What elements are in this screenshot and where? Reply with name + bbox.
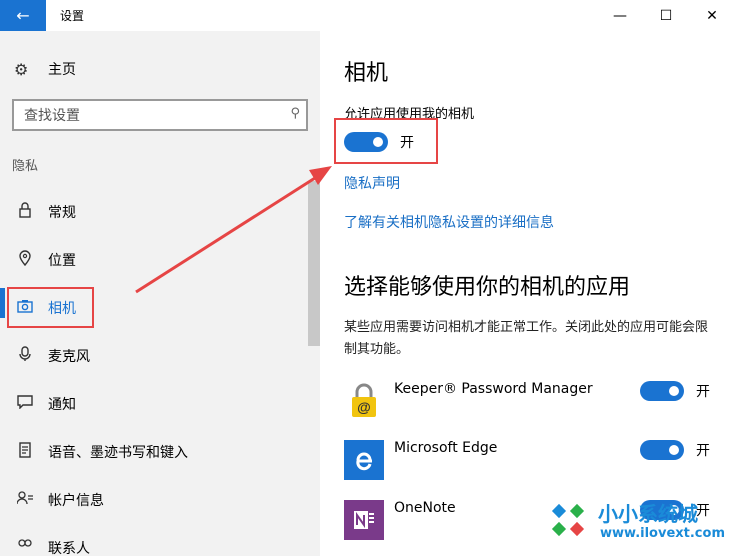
search-icon[interactable]: ⚲: [290, 106, 300, 121]
sidebar-item-label: 位置: [48, 253, 76, 269]
sidebar-item-notifications[interactable]: 通知: [0, 384, 308, 424]
main-content: 相机 允许应用使用我的相机 开 隐私声明 了解有关相机隐私设置的详细信息 选择能…: [320, 31, 735, 556]
sidebar: ⚙ 主页 ⚲ 隐私 常规 位置 相机 麦克风 通知: [0, 31, 320, 556]
close-icon: ✕: [706, 7, 718, 24]
apps-description: 某些应用需要访问相机才能正常工作。关闭此处的应用可能会限制其功能。: [344, 320, 709, 357]
minimize-button[interactable]: —: [597, 0, 643, 31]
choose-apps-title: 选择能够使用你的相机的应用: [344, 275, 631, 300]
search-input[interactable]: [24, 106, 274, 126]
microphone-icon: [14, 346, 36, 366]
onenote-icon: [344, 500, 384, 540]
search-box[interactable]: ⚲: [12, 99, 308, 131]
keeper-lock-icon: @: [344, 381, 384, 421]
maximize-button[interactable]: ☐: [643, 0, 689, 31]
app-name: Keeper® Password Manager: [394, 381, 593, 397]
sidebar-item-label: 通知: [48, 397, 76, 413]
location-icon: [14, 250, 36, 270]
lock-icon: [14, 202, 36, 222]
back-arrow-icon: ←: [16, 6, 30, 25]
learn-more-link[interactable]: 了解有关相机隐私设置的详细信息: [344, 212, 554, 232]
maximize-icon: ☐: [659, 7, 673, 24]
sidebar-item-location[interactable]: 位置: [0, 240, 308, 280]
svg-text:@: @: [357, 399, 371, 415]
privacy-statement-link[interactable]: 隐私声明: [344, 173, 400, 193]
notification-icon: [14, 395, 36, 413]
app-row-keeper: @ Keeper® Password Manager 开: [344, 381, 724, 425]
window-title: 设置: [60, 9, 85, 23]
close-button[interactable]: ✕: [689, 0, 735, 31]
app-toggle-state: 开: [696, 384, 710, 400]
sidebar-item-microphone[interactable]: 麦克风: [0, 336, 308, 376]
section-label-privacy: 隐私: [12, 159, 39, 174]
app-toggle-state: 开: [696, 443, 710, 459]
back-button[interactable]: ←: [0, 0, 46, 31]
annotation-box-sidebar: [7, 287, 94, 328]
app-toggle-keeper[interactable]: [640, 381, 684, 401]
sidebar-scrollbar[interactable]: [308, 181, 320, 346]
title-bar: ← 设置 — ☐ ✕: [0, 0, 735, 31]
sidebar-item-speech[interactable]: 语音、墨迹书写和键入: [0, 432, 308, 472]
toggle-knob: [669, 445, 679, 455]
sidebar-item-home[interactable]: ⚙ 主页: [14, 59, 76, 79]
home-label: 主页: [48, 62, 76, 78]
contacts-icon: [14, 539, 36, 556]
page-title: 相机: [344, 61, 389, 86]
watermark: 小小系统城 www.ilovext.com: [540, 492, 732, 548]
annotation-box-toggle: [334, 118, 438, 164]
sidebar-item-contacts[interactable]: 联系人: [0, 528, 308, 556]
app-name: OneNote: [394, 500, 456, 516]
sidebar-item-label: 麦克风: [48, 349, 90, 365]
sidebar-item-general[interactable]: 常规: [0, 192, 308, 232]
watermark-logo-icon: [543, 495, 593, 545]
sidebar-item-label: 语音、墨迹书写和键入: [48, 445, 188, 461]
gear-icon: ⚙: [14, 59, 29, 79]
minimize-icon: —: [613, 7, 627, 24]
watermark-url: www.ilovext.com: [600, 526, 725, 541]
app-row-edge: Microsoft Edge 开: [344, 440, 724, 484]
sidebar-item-label: 联系人: [48, 541, 90, 556]
app-name: Microsoft Edge: [394, 440, 498, 456]
watermark-text: 小小系统城: [598, 502, 698, 526]
app-toggle-edge[interactable]: [640, 440, 684, 460]
sidebar-item-label: 常规: [48, 205, 76, 221]
account-icon: [14, 491, 36, 509]
toggle-knob: [669, 386, 679, 396]
sidebar-item-label: 帐户信息: [48, 493, 104, 509]
speech-icon: [14, 442, 36, 462]
edge-icon: [344, 440, 384, 480]
sidebar-item-account-info[interactable]: 帐户信息: [0, 480, 308, 520]
